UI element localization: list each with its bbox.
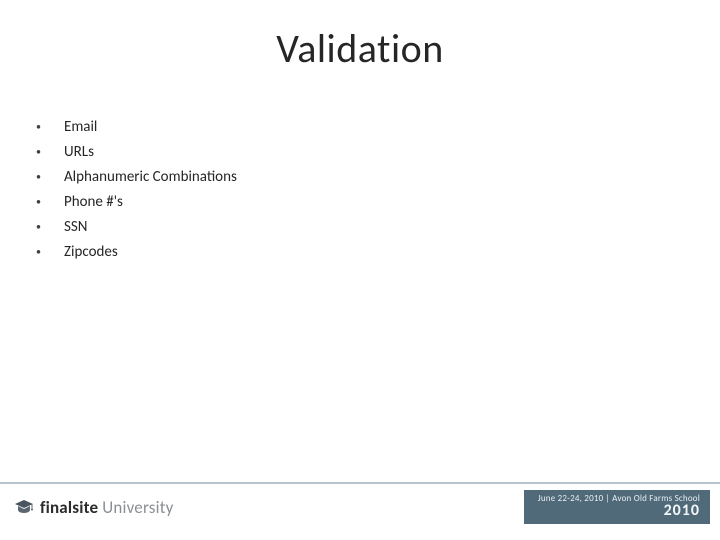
list-item-text: Zipcodes — [64, 243, 118, 261]
footer-bar: finalsiteUniversity June 22-24, 2010 | A… — [0, 490, 720, 524]
bullet-icon: • — [36, 245, 64, 258]
graduation-cap-icon — [14, 497, 34, 517]
slide: Validation • Email • URLs • Alphanumeric… — [0, 0, 720, 540]
footer-divider — [0, 482, 720, 484]
slide-footer: finalsiteUniversity June 22-24, 2010 | A… — [0, 482, 720, 524]
list-item: • Alphanumeric Combinations — [36, 168, 656, 186]
event-year: 2010 — [664, 503, 700, 520]
list-item: • Phone #'s — [36, 193, 656, 211]
bullet-icon: • — [36, 170, 64, 183]
list-item-text: Alphanumeric Combinations — [64, 168, 237, 186]
list-item-text: Phone #'s — [64, 193, 123, 211]
list-item: • SSN — [36, 218, 656, 236]
bullet-icon: • — [36, 145, 64, 158]
list-item: • URLs — [36, 143, 656, 161]
bullet-icon: • — [36, 195, 64, 208]
bullet-list: • Email • URLs • Alphanumeric Combinatio… — [36, 118, 656, 268]
brand-wordmark: finalsiteUniversity — [40, 497, 174, 518]
slide-title: Validation — [0, 24, 720, 73]
list-item: • Email — [36, 118, 656, 136]
brand: finalsiteUniversity — [14, 497, 174, 518]
list-item-text: URLs — [64, 143, 94, 161]
bullet-icon: • — [36, 220, 64, 233]
brand-name: finalsite — [40, 497, 98, 518]
list-item-text: SSN — [64, 218, 87, 236]
brand-subname: University — [102, 497, 173, 518]
event-badge: June 22-24, 2010 | Avon Old Farms School… — [524, 490, 710, 524]
list-item-text: Email — [64, 118, 97, 136]
list-item: • Zipcodes — [36, 243, 656, 261]
bullet-icon: • — [36, 120, 64, 133]
